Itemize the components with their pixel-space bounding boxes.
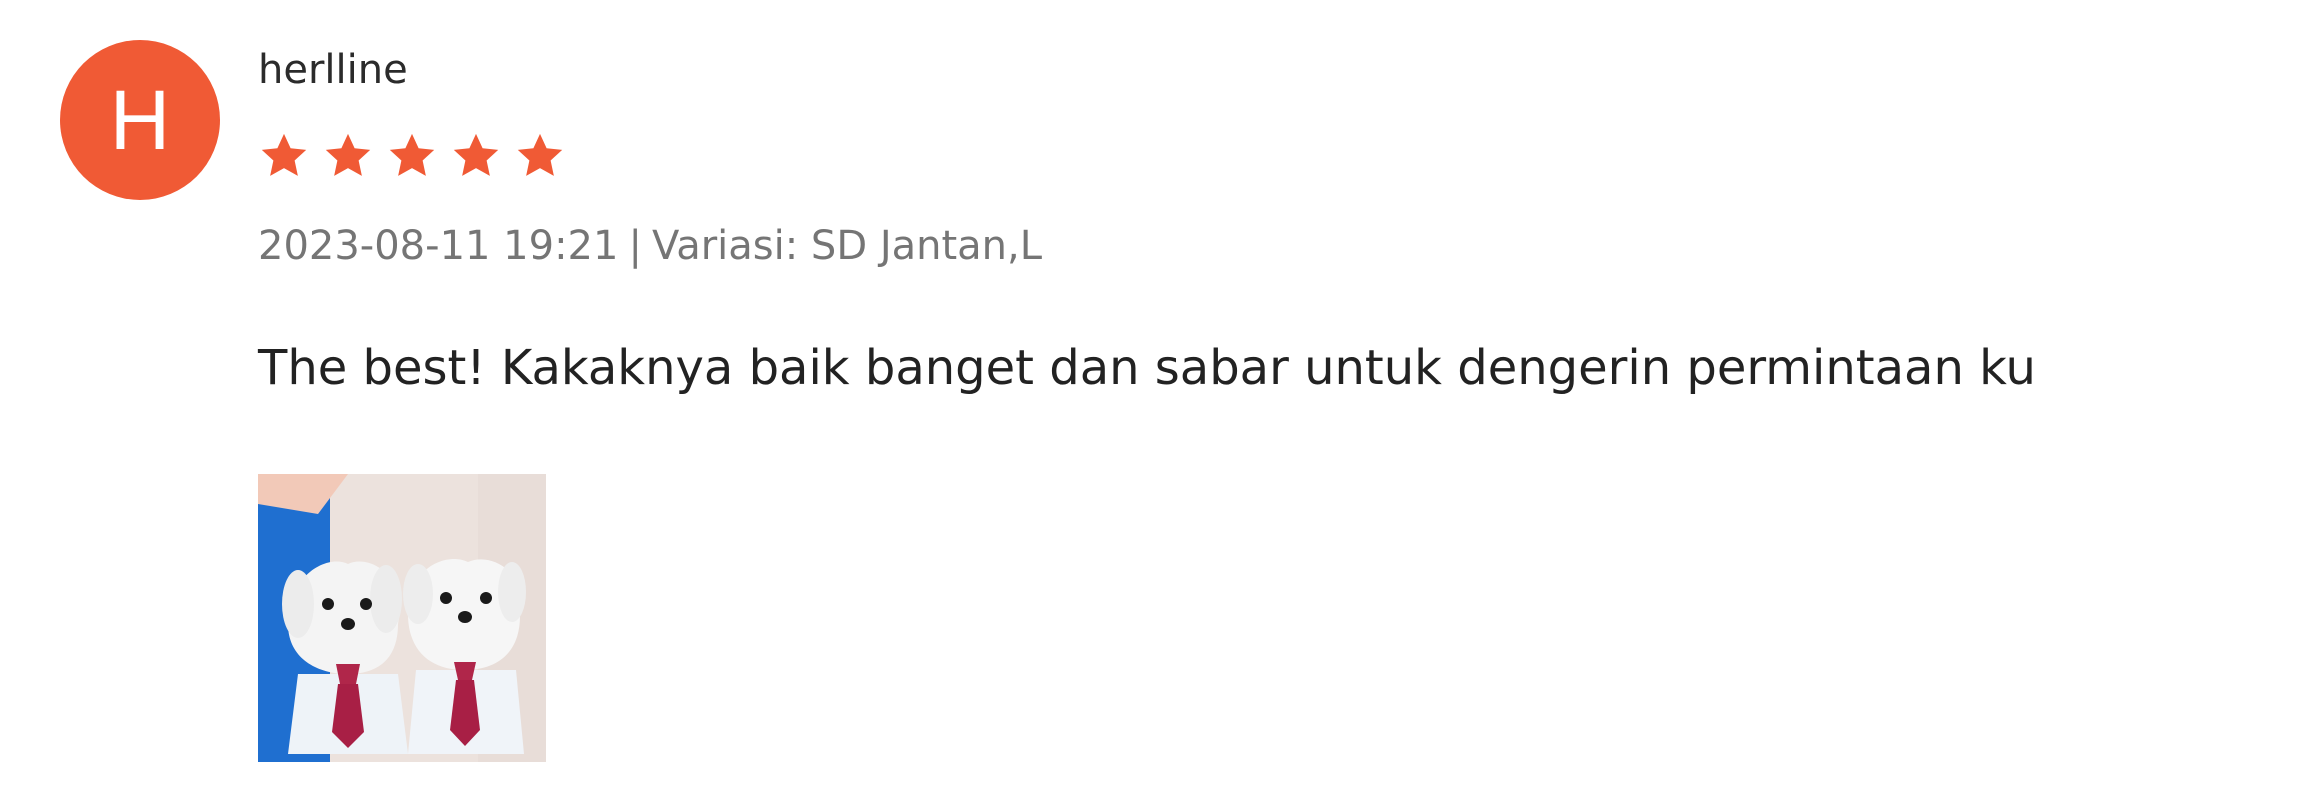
meta-separator: | [628,223,642,269]
review-photo[interactable] [258,474,546,762]
avatar[interactable]: H [60,40,220,200]
star-icon [389,133,435,176]
username[interactable]: herlline [258,40,2258,100]
star-icon [517,133,563,176]
star-icon [261,133,307,176]
star-icon [325,133,371,176]
star-icon [453,133,499,176]
review-comment: The best! Kakaknya baik banget dan sabar… [258,340,2036,396]
avatar-letter: H [109,73,171,167]
review-date: 2023-08-11 19:21 [258,223,619,269]
review-meta: 2023-08-11 19:21 | Variasi: SD Jantan,L [258,220,2258,272]
review-variation: Variasi: SD Jantan,L [651,223,1043,269]
star-rating [258,130,2258,182]
photo-thumbnail-icon [258,474,546,762]
review-content: herlline 2023-08-11 19:21 | Variasi: SD Ja… [258,40,2258,762]
review-item: H herlline 2023-08-11 19:21 | Variasi: SD … [0,0,2308,796]
